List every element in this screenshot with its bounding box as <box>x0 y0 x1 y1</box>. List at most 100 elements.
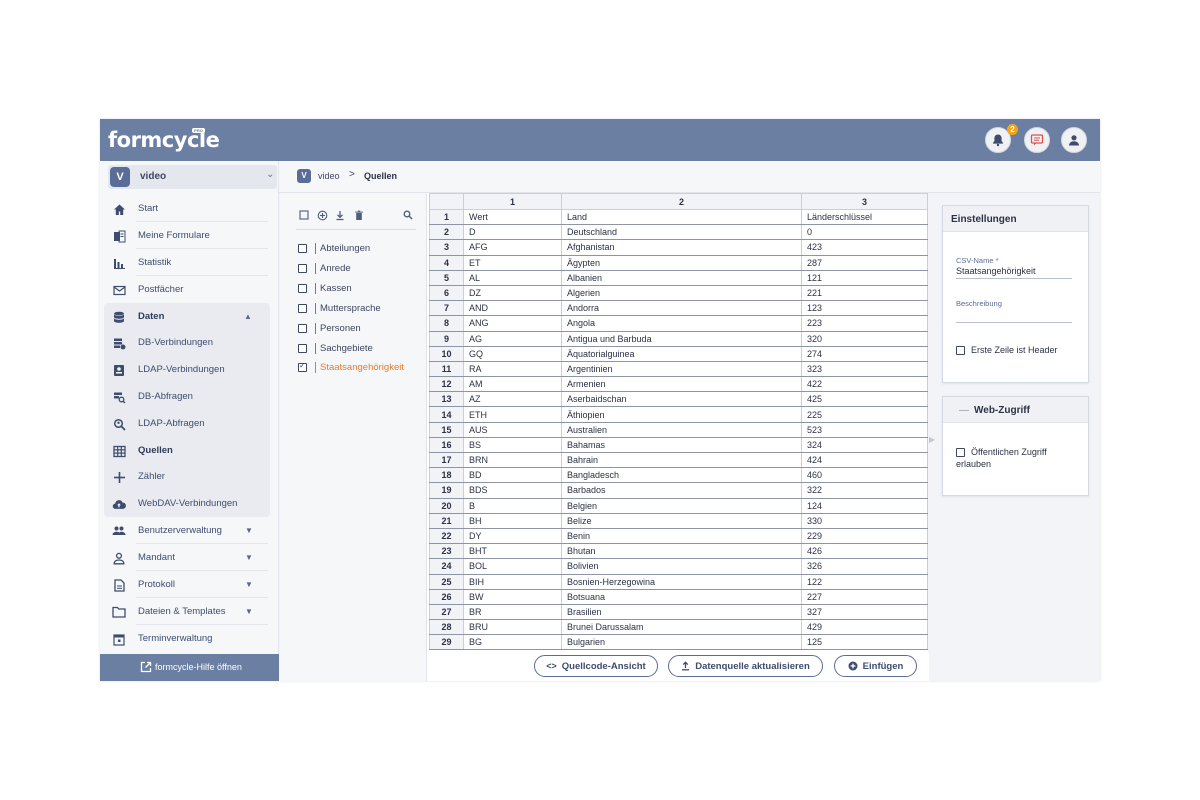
table-cell[interactable]: ET <box>463 255 562 271</box>
table-cell[interactable]: Wert <box>463 209 562 226</box>
table-cell[interactable]: BHT <box>463 543 562 560</box>
sidebar-item-quellen[interactable]: Quellen <box>100 438 270 464</box>
table-cell[interactable]: 124 <box>801 498 928 514</box>
source-checkbox[interactable] <box>298 284 307 293</box>
sidebar-item-dateien-templates[interactable]: Dateien & Templates ▼ <box>100 599 270 625</box>
source-item-active[interactable]: Staatsangehörigkeit <box>298 361 423 375</box>
table-cell[interactable]: AFG <box>463 239 562 256</box>
source-checkbox[interactable] <box>298 304 307 313</box>
table-cell[interactable]: Bahrain <box>561 452 802 469</box>
table-cell[interactable]: Brunei Darussalam <box>561 619 802 636</box>
table-cell[interactable]: Bhutan <box>561 543 802 560</box>
source-item[interactable]: Anrede <box>298 262 423 276</box>
sidebar-item-start[interactable]: Start <box>100 196 270 222</box>
source-checkbox[interactable] <box>298 324 307 333</box>
table-cell[interactable]: 326 <box>801 558 928 575</box>
source-checkbox[interactable] <box>298 264 307 273</box>
sidebar-item-zaehler[interactable]: Zähler <box>100 464 270 490</box>
table-cell[interactable]: Armenien <box>561 376 802 393</box>
trash-icon[interactable] <box>353 209 365 221</box>
table-cell[interactable]: Albanien <box>561 270 802 286</box>
table-cell[interactable]: Antigua und Barbuda <box>561 331 802 347</box>
table-cell[interactable]: Belgien <box>561 498 802 514</box>
table-cell[interactable]: DZ <box>463 285 562 302</box>
table-cell[interactable]: AUS <box>463 422 562 438</box>
table-cell[interactable]: ANG <box>463 315 562 332</box>
table-cell[interactable]: Barbados <box>561 482 802 499</box>
messages-button[interactable] <box>1024 127 1050 153</box>
table-cell[interactable]: Länderschlüssel <box>801 209 928 226</box>
table-cell[interactable]: BG <box>463 634 562 651</box>
table-cell[interactable]: Bolivien <box>561 558 802 575</box>
sidebar-item-daten[interactable]: Daten ▲ <box>100 304 270 330</box>
sidebar-item-webdav[interactable]: WebDAV-Verbindungen <box>100 491 270 517</box>
web-access-card-header[interactable]: — Web-Zugriff <box>943 397 1088 423</box>
table-cell[interactable]: 122 <box>801 574 928 590</box>
table-cell[interactable]: Aserbaidschan <box>561 391 802 408</box>
sidebar-item-db-verbindungen[interactable]: DB-Verbindungen <box>100 330 270 356</box>
source-item[interactable]: Kassen <box>298 282 423 296</box>
sidebar-item-forms[interactable]: Meine Formulare <box>100 223 270 249</box>
sidebar-item-terminverwaltung[interactable]: Terminverwaltung <box>100 626 270 652</box>
table-cell[interactable]: Land <box>561 209 802 226</box>
table-cell[interactable]: Bahamas <box>561 437 802 454</box>
mandant-selector[interactable]: V video ⌄ <box>108 165 277 189</box>
table-cell[interactable]: 229 <box>801 528 928 545</box>
table-cell[interactable]: 274 <box>801 346 928 362</box>
table-cell[interactable]: BS <box>463 437 562 454</box>
table-cell[interactable]: AM <box>463 376 562 393</box>
sidebar-item-mandant[interactable]: Mandant ▼ <box>100 545 270 571</box>
table-cell[interactable]: 422 <box>801 376 928 393</box>
table-cell[interactable]: BH <box>463 513 562 529</box>
source-item[interactable]: Sachgebiete <box>298 342 423 356</box>
source-view-button[interactable]: <> Quellcode-Ansicht <box>534 655 658 677</box>
table-cell[interactable]: 523 <box>801 422 928 438</box>
table-cell[interactable]: Bangladesch <box>561 467 802 484</box>
sidebar-item-postfaecher[interactable]: Postfächer <box>100 277 270 303</box>
table-cell[interactable]: 121 <box>801 270 928 286</box>
table-cell[interactable]: 423 <box>801 239 928 256</box>
table-cell[interactable]: BIH <box>463 574 562 590</box>
table-cell[interactable]: Bosnien-Herzegowina <box>561 574 802 590</box>
table-cell[interactable]: 322 <box>801 482 928 499</box>
select-all-checkbox[interactable] <box>298 209 310 221</box>
table-cell[interactable]: AZ <box>463 391 562 408</box>
table-cell[interactable]: AND <box>463 300 562 317</box>
table-cell[interactable]: Benin <box>561 528 802 545</box>
table-cell[interactable]: 227 <box>801 589 928 605</box>
table-cell[interactable]: GQ <box>463 346 562 362</box>
column-header[interactable]: 3 <box>801 193 928 210</box>
table-cell[interactable]: B <box>463 498 562 514</box>
table-cell[interactable]: Bulgarien <box>561 634 802 651</box>
insert-button[interactable]: Einfügen <box>834 655 917 677</box>
add-circle-icon[interactable] <box>316 209 328 221</box>
table-cell[interactable]: AG <box>463 331 562 347</box>
column-header[interactable]: 1 <box>463 193 562 210</box>
table-cell[interactable]: 323 <box>801 361 928 378</box>
table-cell[interactable]: BW <box>463 589 562 605</box>
table-cell[interactable]: 460 <box>801 467 928 484</box>
table-cell[interactable]: 221 <box>801 285 928 302</box>
table-cell[interactable]: ETH <box>463 406 562 423</box>
table-cell[interactable]: 320 <box>801 331 928 347</box>
search-icon[interactable] <box>402 209 414 221</box>
table-cell[interactable]: 324 <box>801 437 928 454</box>
table-cell[interactable]: Argentinien <box>561 361 802 378</box>
refresh-datasource-button[interactable]: Datenquelle aktualisieren <box>668 655 823 677</box>
table-cell[interactable]: 123 <box>801 300 928 317</box>
table-cell[interactable]: 429 <box>801 619 928 636</box>
download-icon[interactable] <box>334 209 346 221</box>
table-cell[interactable]: RA <box>463 361 562 378</box>
table-cell[interactable]: 327 <box>801 604 928 621</box>
source-checkbox[interactable] <box>298 344 307 353</box>
table-cell[interactable]: Australien <box>561 422 802 438</box>
table-cell[interactable]: AL <box>463 270 562 286</box>
table-cell[interactable]: Angola <box>561 315 802 332</box>
table-cell[interactable]: BR <box>463 604 562 621</box>
table-cell[interactable]: BRU <box>463 619 562 636</box>
table-cell[interactable]: 225 <box>801 406 928 423</box>
table-cell[interactable]: BDS <box>463 482 562 499</box>
table-cell[interactable]: Ägypten <box>561 255 802 271</box>
table-cell[interactable]: BD <box>463 467 562 484</box>
source-item[interactable]: Abteilungen <box>298 242 423 256</box>
